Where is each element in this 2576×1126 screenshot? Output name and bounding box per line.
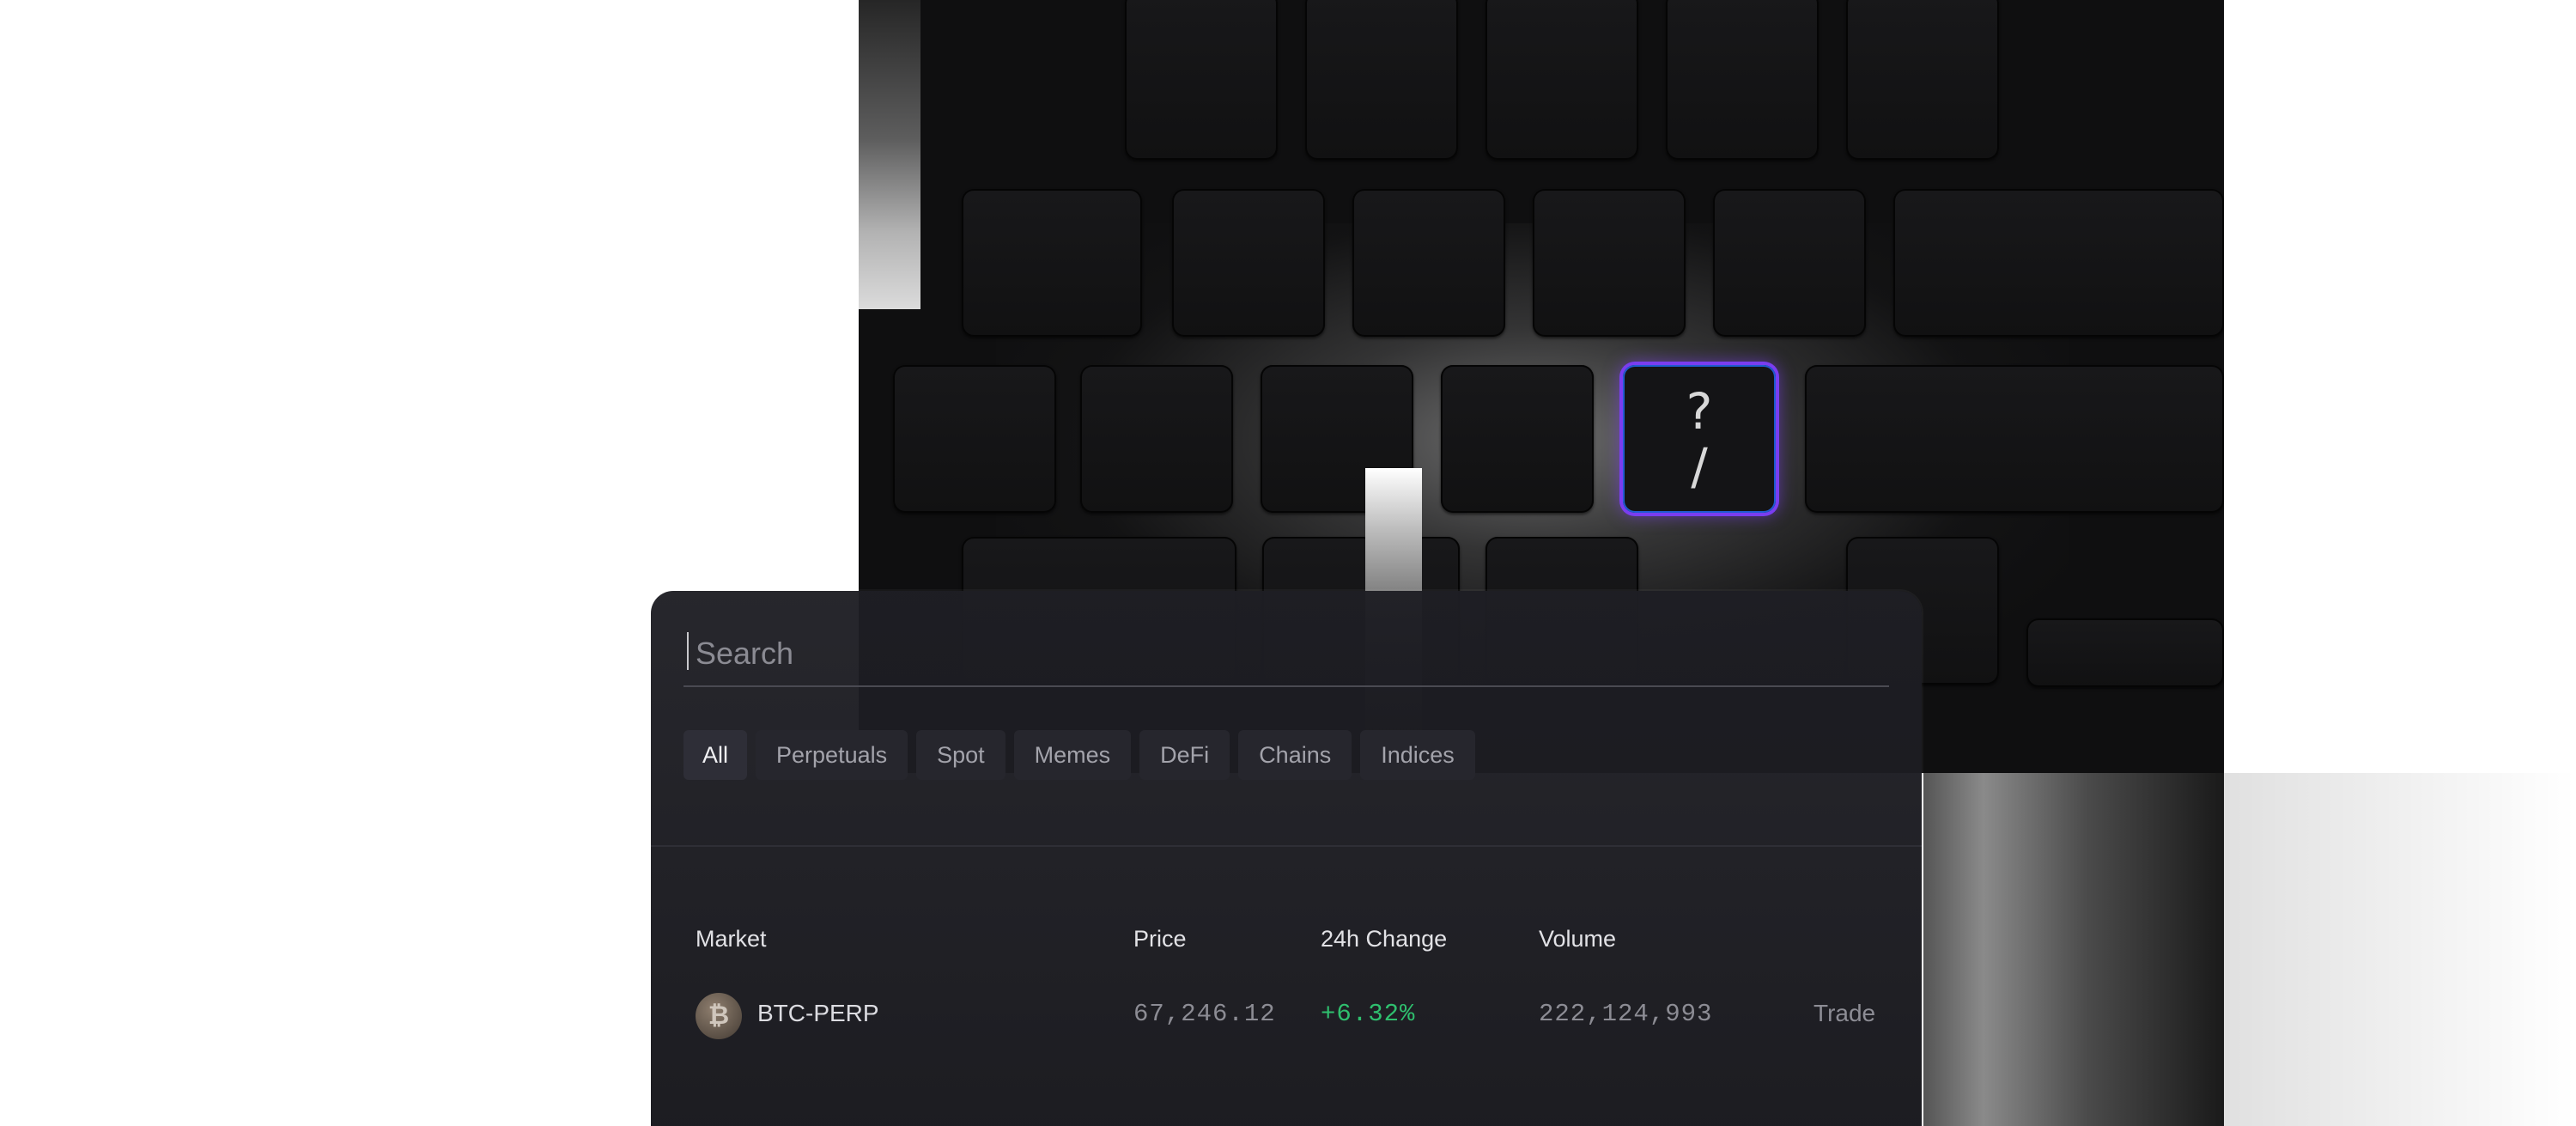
text-caret (687, 632, 689, 670)
filter-tabs: All Perpetuals Spot Memes DeFi Chains In… (683, 730, 1475, 780)
keyboard-key (1893, 189, 2224, 337)
filter-tab-chains[interactable]: Chains (1238, 730, 1352, 780)
keyboard-key (1441, 365, 1594, 513)
keyboard-key (1080, 365, 1233, 513)
column-header-price[interactable]: Price (1133, 926, 1187, 953)
market-search-panel: All Perpetuals Spot Memes DeFi Chains In… (651, 591, 1922, 1126)
market-volume: 222,124,993 (1539, 1000, 1713, 1028)
keyboard-key (1713, 189, 1866, 337)
search-input[interactable] (694, 625, 1882, 682)
filter-tab-spot[interactable]: Spot (916, 730, 1005, 780)
column-header-24h-change[interactable]: 24h Change (1321, 926, 1447, 953)
market-symbol: BTC-PERP (757, 1000, 879, 1026)
market-price: 67,246.12 (1133, 1000, 1276, 1028)
key-base-glyph: / (1691, 437, 1708, 496)
key-shift-glyph: ? (1686, 382, 1713, 441)
keyboard-key (893, 365, 1056, 513)
keyboard-key (1125, 0, 1278, 160)
keyboard-key (1352, 189, 1505, 337)
keyboard-key (2026, 618, 2224, 687)
keyboard-key (1666, 0, 1819, 160)
search-field[interactable] (683, 625, 1889, 687)
filter-tab-indices[interactable]: Indices (1360, 730, 1475, 780)
section-divider (651, 845, 1922, 847)
trade-link[interactable]: Trade (1814, 1000, 1875, 1027)
keyboard-key (1485, 0, 1638, 160)
keyboard-key (1805, 365, 2224, 513)
market-24h-change: +6.32% (1321, 1000, 1416, 1028)
bitcoin-icon: ₿ (696, 993, 742, 1039)
keyboard-key (1305, 0, 1458, 160)
column-header-market[interactable]: Market (696, 926, 767, 953)
keyboard-key (962, 189, 1142, 337)
filter-tab-all[interactable]: All (683, 730, 748, 780)
slash-question-key: ? / (1623, 365, 1776, 513)
keyboard-key (1172, 189, 1325, 337)
column-header-volume[interactable]: Volume (1539, 926, 1616, 953)
hero-edge-gradient (859, 0, 920, 309)
device-shadow (2224, 773, 2576, 1126)
device-edge (1923, 773, 2224, 1126)
filter-tab-perpetuals[interactable]: Perpetuals (756, 730, 908, 780)
table-row[interactable]: ₿ BTC-PERP 67,246.12 +6.32% 222,124,993 … (651, 986, 1922, 1048)
filter-tab-defi[interactable]: DeFi (1139, 730, 1230, 780)
keyboard-key (1533, 189, 1686, 337)
keyboard-key (1846, 0, 1999, 160)
filter-tab-memes[interactable]: Memes (1013, 730, 1132, 780)
